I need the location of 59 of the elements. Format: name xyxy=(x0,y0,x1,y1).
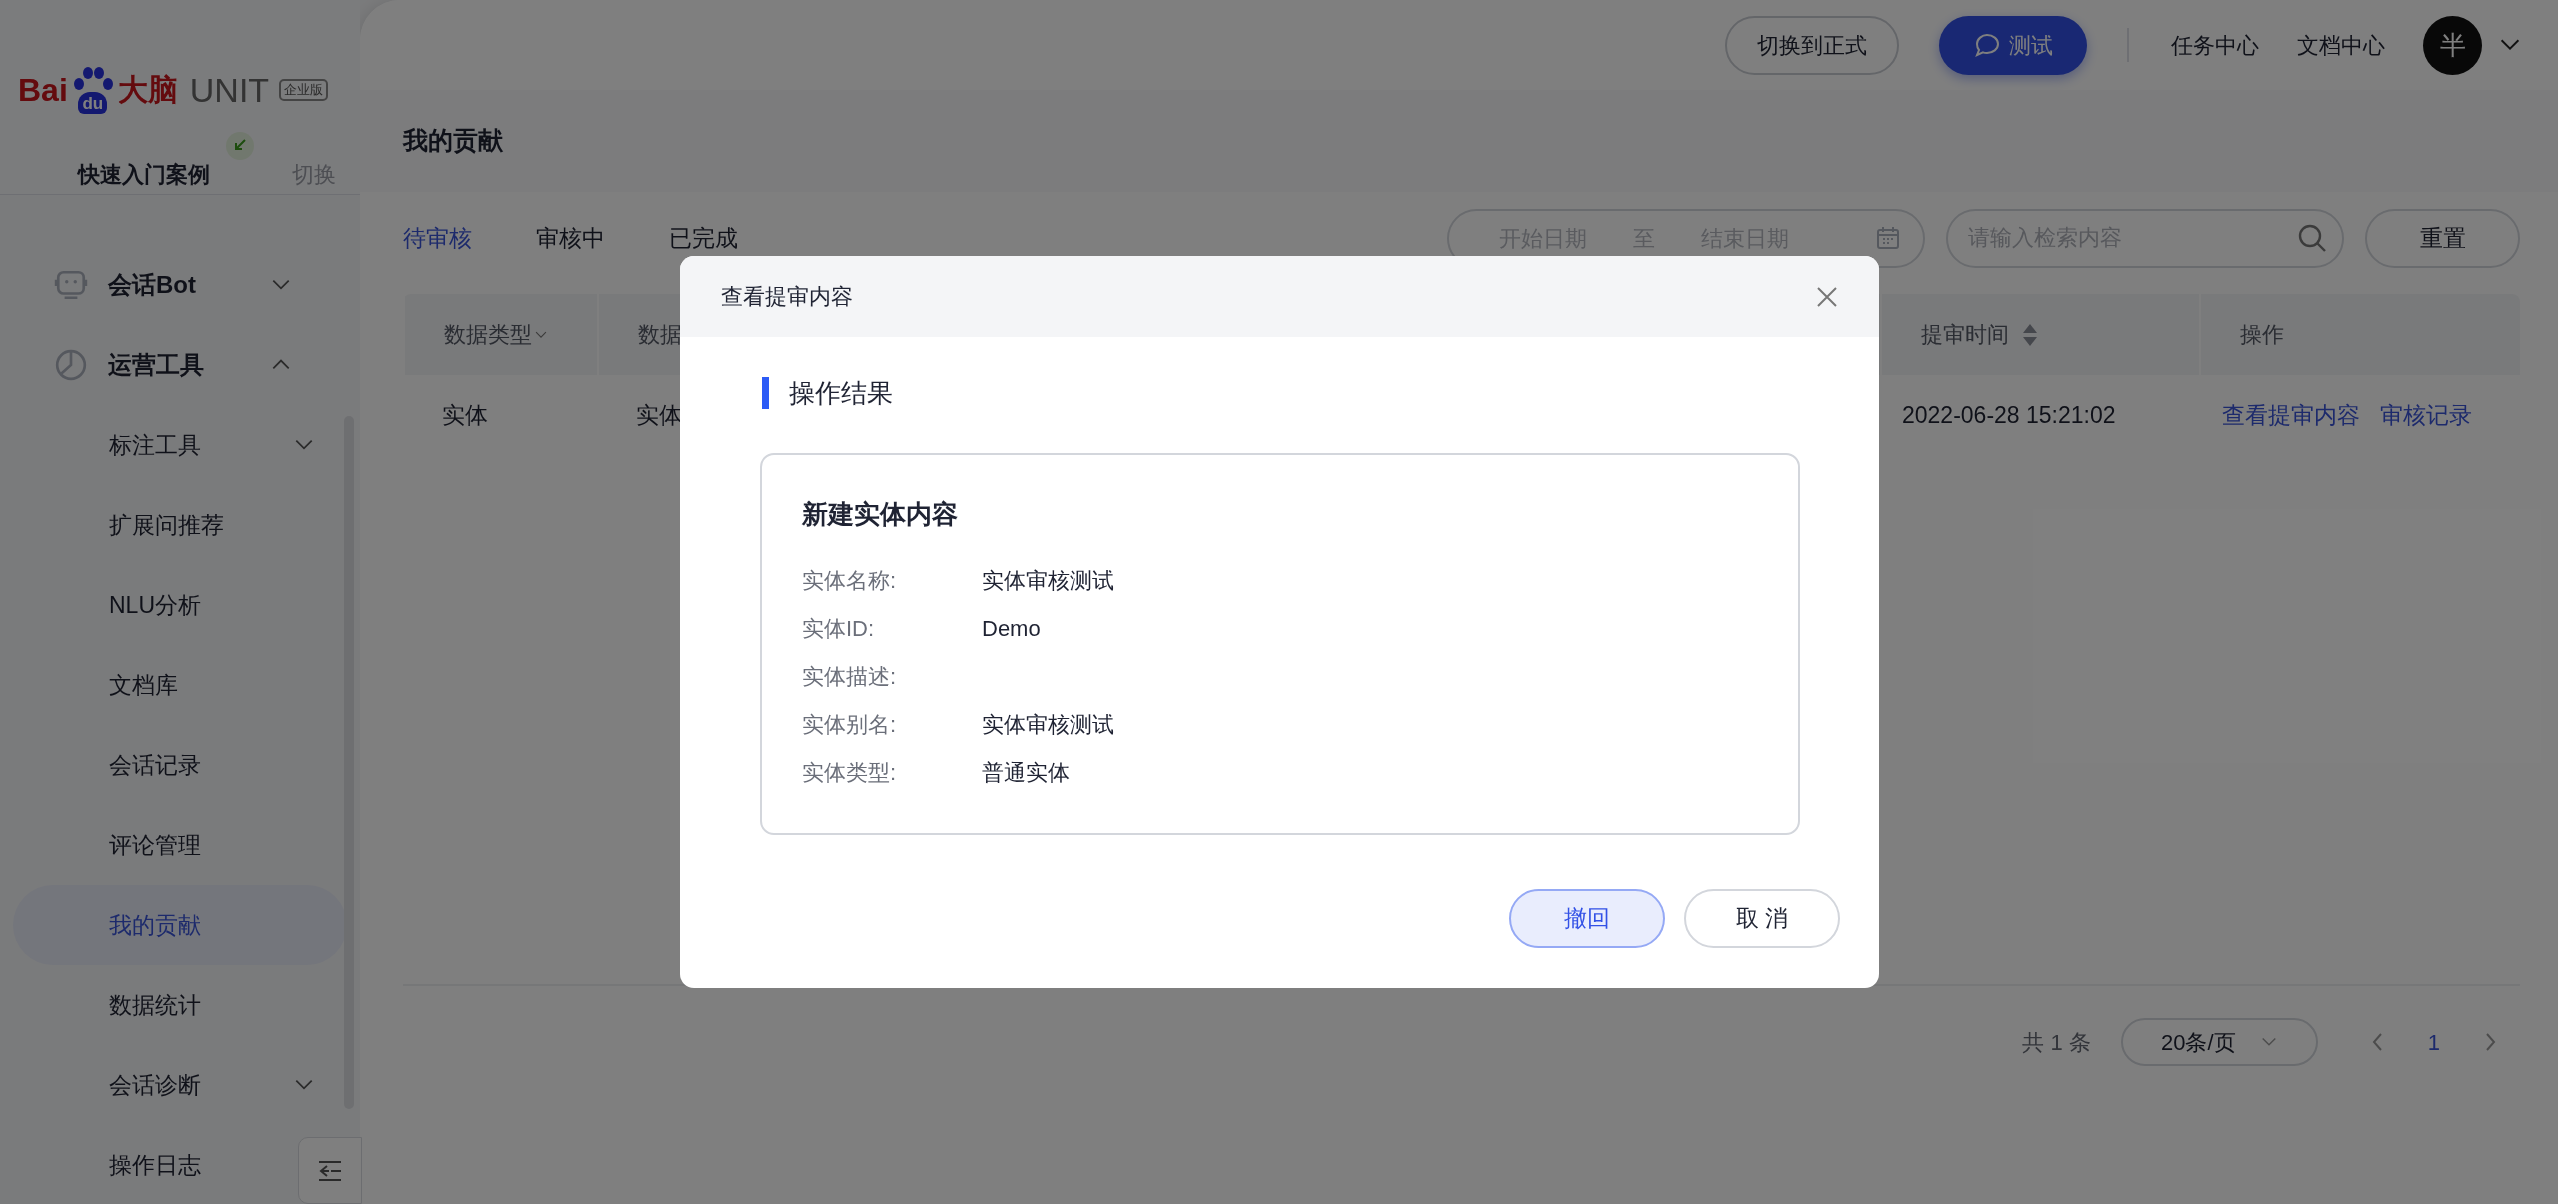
action-link[interactable]: 查看提审内容 xyxy=(2222,398,2360,433)
field-value: 实体审核测试 xyxy=(982,566,1114,595)
nav-item[interactable]: 评论管理 xyxy=(13,805,347,885)
nav-link[interactable]: 任务中心 xyxy=(2171,28,2259,62)
logo-text: Bai xyxy=(18,74,68,106)
table-cell-text: 实体 xyxy=(441,401,489,431)
nav-item[interactable]: 我的贡献 xyxy=(13,885,347,965)
nav-item[interactable]: 会话记录 xyxy=(13,725,347,805)
robot-icon xyxy=(54,268,88,302)
field-value: 实体审核测试 xyxy=(982,710,1114,739)
column-header: 数据类型 xyxy=(403,294,597,375)
field-label: 实体ID: xyxy=(802,614,876,643)
total-count: 共 1 条 xyxy=(2022,1028,2091,1057)
field-label: 实体类型: xyxy=(802,758,898,787)
nav-item[interactable]: 扩展问推荐 xyxy=(13,485,347,565)
table-cell-text: 实体 xyxy=(635,401,683,431)
calendar-icon xyxy=(1875,225,1901,251)
edition-badge: 企业版 xyxy=(279,78,329,102)
section-title: 操作结果 xyxy=(789,376,893,410)
chat-bubble-icon xyxy=(1973,31,2001,59)
page-title: 我的贡献 xyxy=(403,125,503,157)
logo-product: UNIT xyxy=(189,73,270,107)
project-name: 快速入门案例 xyxy=(78,161,210,187)
collapse-button[interactable] xyxy=(298,1137,362,1204)
dialog-title: 查看提审内容 xyxy=(721,283,854,311)
tab[interactable]: 审核中 xyxy=(536,220,605,256)
nav-group[interactable]: 会话Bot xyxy=(108,267,270,303)
field-label: 实体描述: xyxy=(802,662,898,691)
nav-item[interactable]: 会话诊断 xyxy=(13,1045,347,1125)
nav-item[interactable]: 标注工具 xyxy=(13,405,347,485)
field-label: 实体别名: xyxy=(802,710,898,739)
pie-chart-icon xyxy=(54,348,88,382)
card-title: 新建实体内容 xyxy=(802,498,959,531)
nav-link[interactable]: 文档中心 xyxy=(2297,28,2385,62)
logo-text: 大脑 xyxy=(117,75,178,105)
close-icon[interactable] xyxy=(1815,284,1839,309)
nav-item[interactable]: NLU分析 xyxy=(13,565,347,645)
field-label: 实体名称: xyxy=(802,566,898,595)
test-button[interactable]: 测试 xyxy=(1939,15,2087,75)
field-value: 普通实体 xyxy=(982,758,1070,787)
env-switch-button[interactable]: 切换到正式 xyxy=(1725,15,1899,75)
page-size-select[interactable]: 20条/页 xyxy=(2120,1018,2318,1066)
tab[interactable]: 已完成 xyxy=(669,220,738,256)
cancel-button[interactable]: 取 消 xyxy=(1684,889,1840,948)
avatar[interactable]: 半 xyxy=(2423,15,2482,75)
column-header: 操作 xyxy=(2199,294,2520,375)
field-value: Demo xyxy=(982,614,1041,643)
withdraw-button[interactable]: 撤回 xyxy=(1509,889,1665,948)
tab[interactable]: 待审核 xyxy=(403,220,472,256)
action-link[interactable]: 审核记录 xyxy=(2380,398,2472,433)
page-number[interactable]: 1 xyxy=(2427,1025,2440,1059)
logo-paw-text: du xyxy=(78,92,108,114)
nav-item[interactable]: 数据统计 xyxy=(13,965,347,1045)
table-cell-text: 2022-06-28 15:21:02 xyxy=(1901,401,2117,431)
nav-item[interactable]: 文档库 xyxy=(13,645,347,725)
reset-button[interactable]: 重置 xyxy=(2365,208,2520,268)
nav-group[interactable]: 运营工具 xyxy=(108,347,270,383)
section-marker xyxy=(762,377,769,409)
arrow-badge-icon xyxy=(226,131,254,160)
